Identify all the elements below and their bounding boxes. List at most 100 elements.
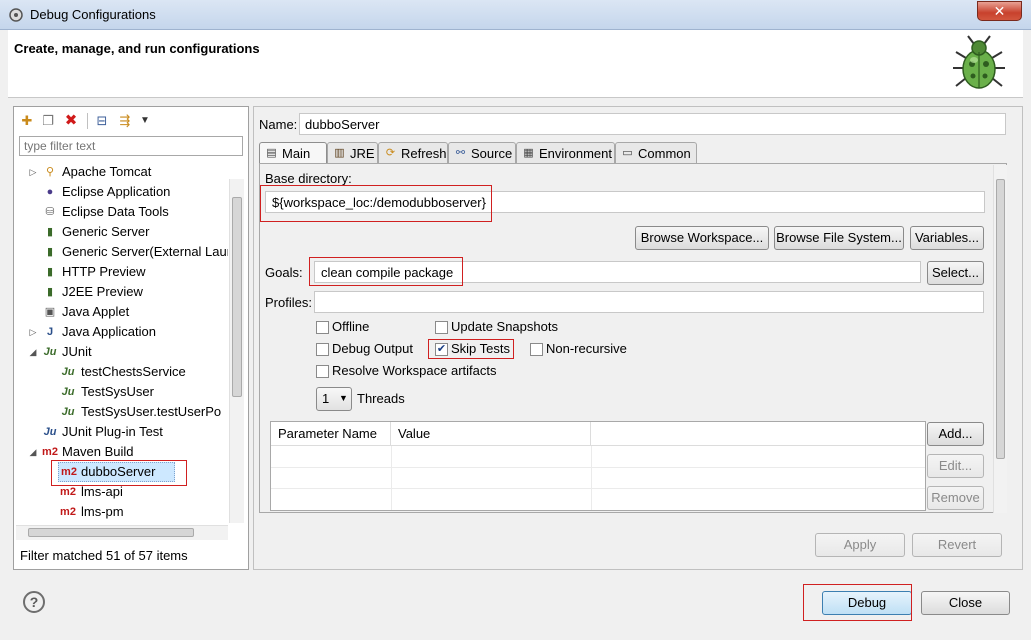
goals-label: Goals: [265, 265, 303, 280]
tree-vertical-scrollbar[interactable] [229, 179, 244, 523]
tree-item-http-preview[interactable]: ▮ HTTP Preview [14, 262, 228, 282]
maven-icon: m2 [60, 486, 76, 498]
tree-item-label: Maven Build [62, 444, 134, 459]
non-recursive-checkbox[interactable] [530, 343, 543, 356]
tree-item-maven-build[interactable]: ◢ m2 Maven Build [14, 442, 228, 462]
tree-item-j2ee-preview[interactable]: ▮ J2EE Preview [14, 282, 228, 302]
tree-item-test-sys-user[interactable]: Ju TestSysUser [14, 382, 228, 402]
name-input[interactable]: dubboServer [299, 113, 1006, 135]
junit-icon: Ju [61, 406, 75, 418]
remove-parameter-button[interactable]: Remove [927, 486, 984, 510]
tab-common[interactable]: ▭ Common [615, 142, 697, 164]
jre-icon: ▥ [334, 147, 345, 159]
delete-icon[interactable]: ✖ [63, 113, 79, 129]
threads-value: 1 [322, 391, 330, 406]
tab-label: Refresh [401, 146, 447, 161]
tab-jre[interactable]: ▥ JRE [327, 142, 378, 164]
tree-item-label: Java Applet [62, 304, 130, 319]
title-bar: Debug Configurations ✕ [0, 0, 1031, 30]
help-icon[interactable]: ? [23, 591, 45, 613]
offline-label: Offline [332, 319, 370, 334]
highlight-box [260, 185, 492, 222]
tree-item-label: Apache Tomcat [62, 164, 152, 179]
threads-select[interactable]: 1 ▼ [316, 387, 352, 411]
new-config-icon[interactable]: ✚ [19, 113, 35, 129]
select-goals-button[interactable]: Select... [927, 261, 984, 285]
filter-icon[interactable]: ⇶ [117, 113, 133, 129]
collapse-arrow-icon[interactable]: ◢ [28, 342, 38, 362]
tree-item-lms-api[interactable]: m2 lms-api [14, 482, 228, 502]
collapse-arrow-icon[interactable]: ◢ [28, 442, 38, 462]
tab-source[interactable]: ⚯ Source [448, 142, 516, 164]
highlight-box [428, 339, 514, 359]
scroll-thumb[interactable] [28, 528, 194, 537]
base-directory-label: Base directory: [265, 171, 352, 186]
collapse-all-icon[interactable]: ⊟ [94, 113, 110, 129]
tab-environment[interactable]: ▦ Environment [516, 142, 615, 164]
variables-button[interactable]: Variables... [910, 226, 984, 250]
tree-item-junit-plugin-test[interactable]: Ju JUnit Plug-in Test [14, 422, 228, 442]
tree-item-label: lms-pm [81, 504, 124, 519]
table-row [271, 488, 925, 489]
tree-item-eclipse-application[interactable]: ● Eclipse Application [14, 182, 228, 202]
browse-file-system-button[interactable]: Browse File System... [774, 226, 904, 250]
update-snapshots-label: Update Snapshots [451, 319, 558, 334]
tree-item-label: HTTP Preview [62, 264, 146, 279]
expand-arrow-icon[interactable]: ▷ [28, 162, 38, 182]
tree-item-generic-server-external[interactable]: ▮ Generic Server(External Laur [14, 242, 228, 262]
tree-horizontal-scrollbar[interactable] [16, 525, 228, 540]
tree-item-java-applet[interactable]: ▣ Java Applet [14, 302, 228, 322]
profiles-input[interactable] [314, 291, 984, 313]
add-parameter-button[interactable]: Add... [927, 422, 984, 446]
form-vertical-scrollbar[interactable] [993, 165, 1007, 513]
server-icon: ▮ [46, 266, 54, 278]
tree-item-test-chests-service[interactable]: Ju testChestsService [14, 362, 228, 382]
browse-workspace-button[interactable]: Browse Workspace... [635, 226, 769, 250]
eclipse-icon: ● [46, 186, 54, 198]
column-header-value[interactable]: Value [391, 422, 591, 446]
column-header-parameter-name[interactable]: Parameter Name [271, 422, 391, 446]
apply-button[interactable]: Apply [815, 533, 905, 557]
scroll-thumb[interactable] [232, 197, 242, 397]
filter-input[interactable] [19, 136, 243, 156]
column-divider [591, 446, 592, 510]
tree-item-junit[interactable]: ◢ Ju JUnit [14, 342, 228, 362]
scroll-thumb[interactable] [996, 179, 1005, 459]
table-row [271, 467, 925, 468]
close-button[interactable]: Close [921, 591, 1010, 615]
tree-item-generic-server[interactable]: ▮ Generic Server [14, 222, 228, 242]
profiles-label: Profiles: [265, 295, 312, 310]
edit-parameter-button[interactable]: Edit... [927, 454, 984, 478]
tab-refresh[interactable]: ⟳ Refresh [378, 142, 448, 164]
tree-item-eclipse-data-tools[interactable]: ⛁ Eclipse Data Tools [14, 202, 228, 222]
expand-arrow-icon[interactable]: ▷ [28, 322, 38, 342]
window-close-button[interactable]: ✕ [977, 1, 1022, 21]
tree-item-test-sys-user-test-user-po[interactable]: Ju TestSysUser.testUserPo [14, 402, 228, 422]
offline-checkbox[interactable] [316, 321, 329, 334]
common-icon: ▭ [622, 147, 633, 159]
revert-button[interactable]: Revert [912, 533, 1002, 557]
column-divider [391, 446, 392, 510]
server-icon: ▮ [46, 286, 54, 298]
tree-item-label: Eclipse Data Tools [62, 204, 169, 219]
debug-gear-icon [9, 8, 23, 22]
update-snapshots-checkbox[interactable] [435, 321, 448, 334]
duplicate-icon[interactable]: ❐ [40, 113, 56, 129]
tree-item-apache-tomcat[interactable]: ▷ ⚲ Apache Tomcat [14, 162, 228, 182]
environment-icon: ▦ [523, 147, 534, 159]
tomcat-icon: ⚲ [45, 166, 55, 178]
dialog-title: Create, manage, and run configurations [14, 41, 260, 56]
resolve-workspace-label: Resolve Workspace artifacts [332, 363, 497, 378]
tree-item-label: TestSysUser.testUserPo [81, 404, 222, 419]
parameter-table[interactable]: Parameter Name Value [270, 421, 926, 511]
tree-item-java-application[interactable]: ▷ J Java Application [14, 322, 228, 342]
tab-label: Common [638, 146, 691, 161]
highlight-box [309, 257, 463, 286]
tab-main[interactable]: ▤ Main [259, 142, 327, 165]
debug-output-checkbox[interactable] [316, 343, 329, 356]
resolve-workspace-checkbox[interactable] [316, 365, 329, 378]
highlight-box [803, 584, 912, 621]
view-menu-icon[interactable]: ▼ [137, 113, 153, 129]
main-tab-icon: ▤ [266, 147, 277, 159]
tree-item-lms-pm[interactable]: m2 lms-pm [14, 502, 228, 522]
